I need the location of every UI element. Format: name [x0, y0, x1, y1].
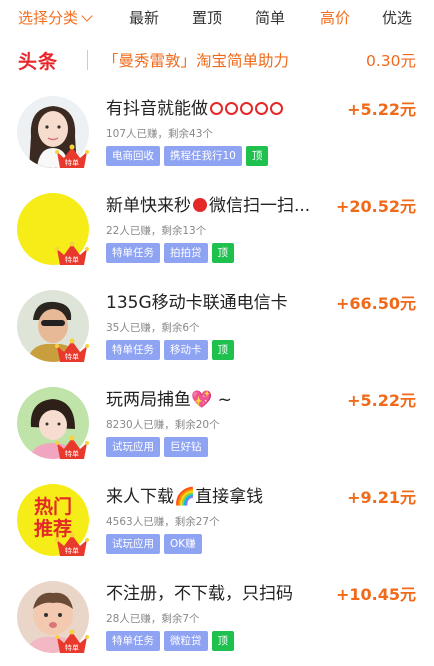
task-tags: 试玩应用 巨好钻 — [106, 437, 208, 457]
tab-preferred[interactable]: 优选 — [382, 7, 412, 28]
avatar-text: 热门 — [33, 496, 72, 518]
task-price: +10.45元 — [335, 585, 416, 604]
crown-badge-icon: 特单 — [55, 338, 89, 362]
crown-badge-icon: 特单 — [55, 241, 89, 265]
task-price: +20.52元 — [335, 197, 416, 216]
category-tab-bar: 选择分类 最新 置顶 简单 高价 优选 — [0, 0, 434, 36]
task-title: 不注册，不下载，只扫码 — [106, 584, 293, 604]
red-circle-emoji-icon — [270, 102, 283, 115]
svg-text:特单: 特单 — [65, 546, 79, 555]
task-tags: 电商回收 携程任我行10 顶 — [106, 146, 269, 166]
task-title: 玩两局捕鱼💖 ~ — [106, 390, 232, 410]
task-tag: 微粒贷 — [164, 631, 208, 651]
crown-badge-icon: 特单 — [55, 629, 89, 653]
svg-text:特单: 特单 — [65, 352, 79, 361]
task-tag: 巨好钻 — [164, 437, 208, 457]
red-circle-emoji-icon — [225, 102, 238, 115]
task-title: 来人下载🌈直接拿钱 — [106, 487, 264, 507]
red-dot-emoji-icon — [193, 198, 207, 212]
tab-label: 选择分类 — [18, 9, 79, 27]
task-tags: 特单任务 移动卡 顶 — [106, 340, 234, 360]
headline-price: 0.30元 — [365, 52, 416, 70]
svg-text:特单: 特单 — [65, 449, 79, 458]
task-price: +9.21元 — [347, 488, 416, 507]
pinned-badge: 顶 — [245, 146, 269, 166]
task-price: +5.22元 — [347, 100, 416, 119]
red-circle-emoji-icon — [255, 102, 268, 115]
task-price: +5.22元 — [347, 391, 416, 410]
task-meta: 8230人已赚，剩余20个 — [106, 419, 220, 431]
tab-choose-category[interactable]: 选择分类 — [18, 7, 93, 28]
task-tag: 拍拍贷 — [164, 243, 208, 263]
task-item[interactable]: 特单 不注册，不下载，只扫码 +10.45元 28人已赚，剩余7个 特单任务 微… — [0, 569, 434, 666]
svg-text:特单: 特单 — [65, 158, 79, 167]
task-tag: 携程任我行10 — [164, 146, 242, 166]
task-title: 135G移动卡联通电信卡 — [106, 293, 288, 313]
pinned-badge: 顶 — [211, 340, 234, 360]
task-tag: 试玩应用 — [106, 437, 160, 457]
crown-badge-icon: 特单 — [55, 532, 89, 556]
tab-pinned[interactable]: 置顶 — [192, 7, 222, 28]
crown-badge-icon: 特单 — [55, 144, 89, 168]
headline-tag: 头条 — [18, 51, 59, 73]
task-meta: 35人已赚，剩余6个 — [106, 322, 200, 334]
crown-badge-icon: 特单 — [55, 435, 89, 459]
red-circle-emoji-icon — [240, 102, 253, 115]
svg-text:特单: 特单 — [65, 255, 79, 264]
task-title: 新单快来秒 微信扫一扫... — [106, 196, 311, 216]
headline-banner[interactable]: 头条 「曼秀雷敦」淘宝简单助力 0.30元 — [0, 40, 434, 80]
headline-text: 「曼秀雷敦」淘宝简单助力 — [103, 52, 290, 70]
task-title: 有抖音就能做 — [106, 94, 283, 119]
task-tags: 特单任务 拍拍贷 顶 — [106, 243, 234, 263]
task-meta: 28人已赚，剩余7个 — [106, 613, 200, 625]
tab-latest[interactable]: 最新 — [129, 7, 159, 28]
task-tag: OK赚 — [164, 534, 202, 554]
pinned-badge: 顶 — [211, 243, 234, 263]
task-item[interactable]: 特单 玩两局捕鱼💖 ~ +5.22元 8230人已赚，剩余20个 试玩应用 巨好… — [0, 375, 434, 472]
tab-simple[interactable]: 简单 — [255, 7, 285, 28]
task-tags: 试玩应用 OK赚 — [106, 534, 202, 554]
task-tag: 移动卡 — [164, 340, 208, 360]
task-tag: 试玩应用 — [106, 534, 160, 554]
task-tag: 特单任务 — [106, 631, 160, 651]
tab-high-price[interactable]: 高价 — [320, 7, 350, 28]
chevron-down-icon — [81, 10, 93, 22]
task-item[interactable]: 热门 推荐 特单 来人下载🌈直接拿钱 +9.21元 4563人已赚，剩余27个 … — [0, 472, 434, 569]
divider — [87, 50, 88, 70]
pinned-badge: 顶 — [211, 631, 234, 651]
task-tag: 特单任务 — [106, 243, 160, 263]
task-tag: 电商回收 — [106, 146, 160, 166]
task-item[interactable]: 特单 有抖音就能做 +5.22元 107人已赚，剩余43个 电商回收 携程任我行… — [0, 84, 434, 181]
task-item[interactable]: 特单 135G移动卡联通电信卡 +66.50元 35人已赚，剩余6个 特单任务 … — [0, 278, 434, 375]
task-meta: 22人已赚，剩余13个 — [106, 225, 207, 237]
task-tags: 特单任务 微粒贷 顶 — [106, 631, 234, 651]
task-meta: 107人已赚，剩余43个 — [106, 128, 213, 140]
task-meta: 4563人已赚，剩余27个 — [106, 516, 220, 528]
red-circle-emoji-icon — [210, 102, 223, 115]
task-price: +66.50元 — [335, 294, 416, 313]
task-list: 特单 有抖音就能做 +5.22元 107人已赚，剩余43个 电商回收 携程任我行… — [0, 84, 434, 666]
task-tag: 特单任务 — [106, 340, 160, 360]
task-item[interactable]: 特单 新单快来秒 微信扫一扫... +20.52元 22人已赚，剩余13个 特单任… — [0, 181, 434, 278]
svg-text:特单: 特单 — [65, 643, 79, 652]
